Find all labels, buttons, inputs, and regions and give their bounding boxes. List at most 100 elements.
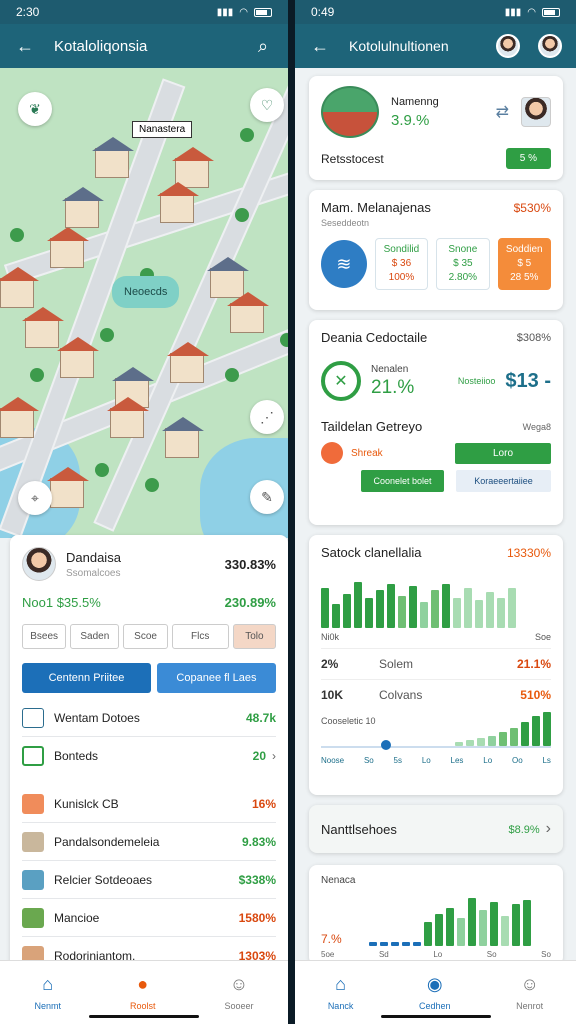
stat-box[interactable]: Sondilid $ 36 100%	[374, 238, 429, 290]
chart-bar	[424, 922, 432, 946]
filter-chip[interactable]: Tolo	[232, 624, 277, 649]
nav-profile[interactable]: ☺ Nenrot	[516, 974, 543, 1011]
chart-bar	[409, 586, 417, 628]
map-location-tag[interactable]: Nanastera	[132, 121, 193, 138]
page-title: Kotaloliqonsia	[54, 37, 148, 55]
smile-icon: ☺	[229, 974, 249, 994]
chart-bar	[431, 590, 439, 628]
signal-waves-icon[interactable]: ≋	[321, 240, 367, 288]
list-item[interactable]: Mancioe 1580%	[22, 899, 276, 937]
avatar[interactable]	[538, 34, 562, 58]
list-item[interactable]: Relcier Sotdeoaes $338%	[22, 861, 276, 899]
sub-title: Taildelan Getreyo	[321, 419, 423, 434]
chart-bar	[508, 588, 516, 628]
avatar[interactable]	[521, 97, 551, 127]
chart-bar	[512, 904, 520, 946]
chart-bar	[376, 590, 384, 628]
list-item[interactable]: Wentam Dotoes 48.7k	[22, 699, 276, 737]
nav-home[interactable]: ⌂ Nanck	[328, 974, 354, 1011]
chart-bar	[332, 604, 340, 628]
chart-bar	[420, 602, 428, 628]
nav-settings[interactable]: ☺ Sooeer	[224, 974, 253, 1011]
map-callout-bubble[interactable]: Neoecds	[112, 276, 180, 308]
secondary-action-button[interactable]: Copanee fl Laes	[156, 663, 276, 693]
house	[157, 182, 199, 223]
avatar[interactable]	[496, 34, 520, 58]
list-icon	[22, 746, 44, 766]
chart-bar	[477, 738, 485, 746]
card-value: 13330%	[506, 545, 551, 560]
chart-bar	[501, 916, 509, 946]
thumbnail-icon	[22, 831, 44, 852]
range-slider[interactable]	[321, 712, 551, 756]
status-bar: 0:49 ▮▮▮ ◠	[295, 0, 576, 24]
stat-box-highlight[interactable]: Soddien $ 5 28 5%	[497, 238, 551, 290]
back-arrow-icon[interactable]: ←	[14, 36, 36, 57]
page-title: Kotolulnultionen	[349, 38, 449, 54]
location-icon[interactable]: ⌖	[18, 481, 52, 515]
search-icon[interactable]: ⌕	[252, 36, 274, 57]
chart-bar	[486, 592, 494, 628]
nav-results[interactable]: ● Roolst	[130, 974, 156, 1011]
house	[22, 307, 64, 348]
filter-chips: Bsees Saden Scoe Flcs Tolo	[22, 624, 277, 649]
tree	[10, 228, 24, 242]
chart-bar	[398, 596, 406, 628]
stat-boxes: ≋ Sondilid $ 36 100% Snone $ 35 2.80% So…	[321, 238, 551, 290]
primary-action-button[interactable]: Centenn Priitee	[22, 663, 151, 693]
running-person-icon[interactable]: ✕	[321, 361, 361, 401]
filter-chip[interactable]: Scoe	[123, 624, 168, 649]
metric-small-label: Nosteiioo	[457, 376, 496, 386]
metric-row[interactable]: 10K Colvans 510%	[321, 679, 551, 710]
filter-chip[interactable]: Saden	[70, 624, 120, 649]
alert-icon: ●	[137, 974, 149, 994]
summary-row-card[interactable]: Nanttlsehoes $8.9% ›	[309, 805, 563, 853]
stat-box[interactable]: Snone $ 35 2.80%	[436, 238, 490, 290]
profile-pct: 3.9.%	[391, 111, 430, 129]
chart-bar	[453, 598, 461, 628]
tree	[225, 368, 239, 382]
list-item[interactable]: Kunislck CB 16%	[22, 785, 276, 823]
status-time: 0:49	[311, 5, 335, 19]
confirm-button[interactable]: Coonelet bolet	[361, 470, 445, 492]
list-item[interactable]: Pandalsondemeleia 9.83%	[22, 823, 276, 861]
chart-bar	[343, 594, 351, 628]
bottom-navigation: ⌂ Nanck ◉ Cedhen ☺ Nenrot	[295, 960, 576, 1024]
action-buttons: Centenn Priitee Copanee fl Laes	[22, 663, 276, 693]
axis-label: Ni	[321, 632, 330, 642]
battery-icon	[254, 7, 272, 17]
heart-icon[interactable]: ♡	[250, 88, 284, 122]
avatar[interactable]	[22, 547, 56, 581]
green-action-button[interactable]: Loro	[455, 442, 551, 464]
chart-bar	[468, 898, 476, 946]
nav-home[interactable]: ⌂ Nenmt	[34, 974, 61, 1011]
house	[92, 137, 134, 178]
house	[227, 292, 269, 333]
home-icon: ⌂	[335, 974, 346, 994]
house	[62, 187, 104, 228]
metric-row[interactable]: 2% Solem 21.1%	[321, 648, 551, 679]
status-badge[interactable]: 5 %	[505, 148, 551, 169]
secondary-button[interactable]: Koraeeertaiiee	[456, 470, 551, 492]
city-map[interactable]: Nanastera Neoecds ❦ ♡ ⋰ ⌖ ✎	[0, 68, 288, 538]
back-arrow-icon[interactable]: ←	[309, 36, 331, 57]
filter-chip[interactable]: Flcs	[171, 624, 229, 649]
edit-icon[interactable]: ✎	[250, 480, 284, 514]
filter-chip[interactable]: Bsees	[22, 624, 67, 649]
layers-icon[interactable]: ⋰	[250, 400, 284, 434]
property-thumbnail[interactable]	[321, 86, 379, 138]
tree	[145, 478, 159, 492]
leaf-icon[interactable]: ❦	[18, 92, 52, 126]
signal-icon: ▮▮▮	[504, 6, 522, 18]
list-item[interactable]: Bonteds 20 ›	[22, 737, 276, 775]
shuffle-icon[interactable]: ⇄	[496, 102, 509, 122]
chart-bar	[479, 910, 487, 946]
chart-bar	[521, 722, 529, 746]
metric-row: ✕ Nenalen 21.% Nosteiioo $13 -	[321, 361, 551, 401]
slider-thumb[interactable]	[381, 740, 391, 750]
mini-chart-card: Nenaca 7.% 5oe Sd Lo So So	[309, 865, 563, 965]
nav-center[interactable]: ◉ Cedhen	[419, 974, 451, 1011]
home-icon: ⌂	[42, 974, 54, 994]
house	[47, 227, 89, 268]
tree	[240, 128, 254, 142]
